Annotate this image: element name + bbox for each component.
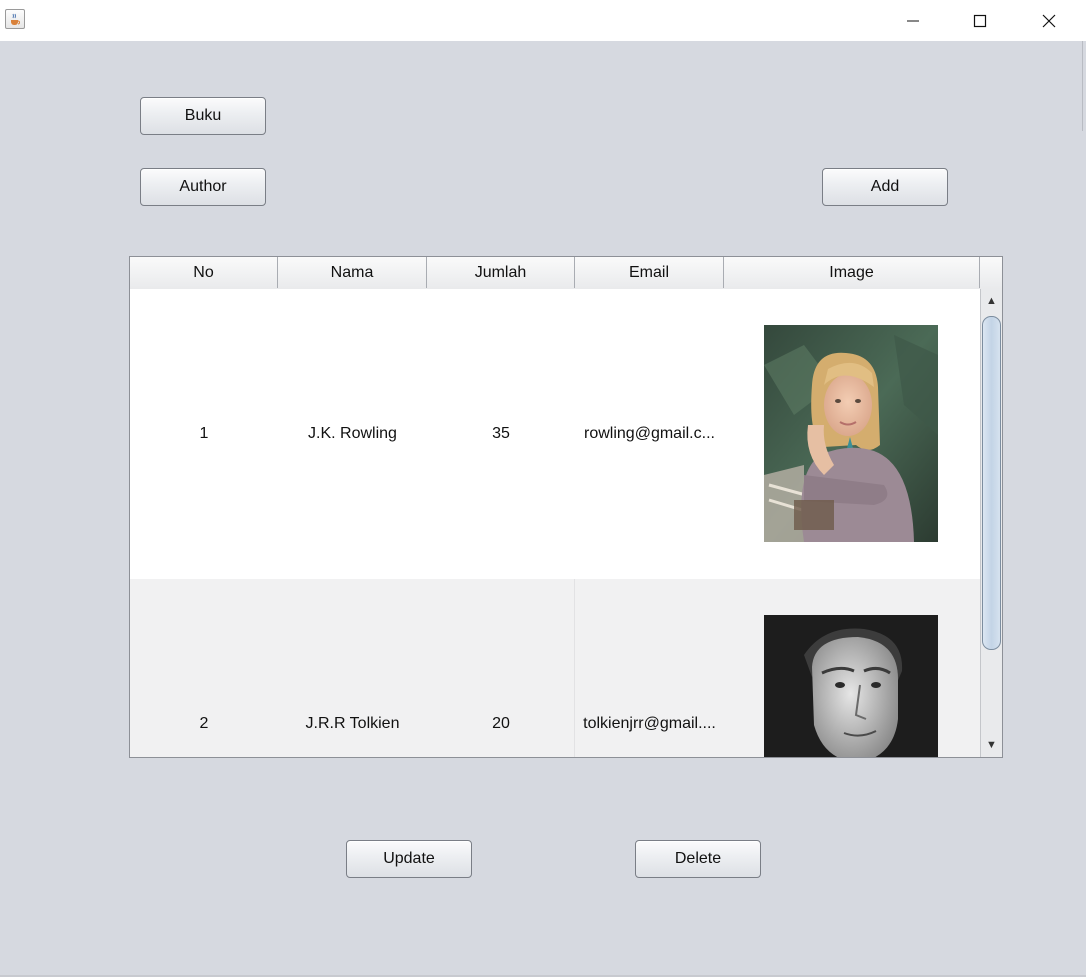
scroll-down-icon[interactable]: ▼ bbox=[981, 733, 1002, 757]
update-button[interactable]: Update bbox=[346, 840, 472, 878]
author-photo-tolkien[interactable] bbox=[764, 615, 938, 757]
column-header-no[interactable]: No bbox=[130, 257, 278, 288]
author-button[interactable]: Author bbox=[140, 168, 266, 206]
buku-button[interactable]: Buku bbox=[140, 97, 266, 135]
table-header: No Nama Jumlah Email Image bbox=[130, 257, 1002, 290]
java-cup-icon[interactable] bbox=[5, 9, 25, 29]
cell-no[interactable]: 2 bbox=[130, 579, 278, 757]
scroll-up-icon[interactable]: ▲ bbox=[981, 289, 1002, 313]
cell-email[interactable]: rowling@gmail.c... bbox=[575, 289, 724, 579]
maximize-icon bbox=[973, 14, 987, 27]
column-header-email[interactable]: Email bbox=[575, 257, 724, 288]
header-corner bbox=[980, 257, 1002, 288]
title-bar bbox=[0, 0, 1086, 41]
scrollbar-thumb[interactable] bbox=[982, 316, 1001, 650]
column-header-jumlah[interactable]: Jumlah bbox=[427, 257, 575, 288]
table-body: 1 J.K. Rowling 35 rowling@gmail.c... 2 J… bbox=[130, 289, 980, 757]
table-row[interactable]: 1 J.K. Rowling 35 rowling@gmail.c... bbox=[130, 289, 980, 579]
minimize-button[interactable] bbox=[881, 0, 945, 41]
minimize-icon bbox=[907, 20, 919, 21]
author-table: No Nama Jumlah Email Image 1 J.K. Rowlin… bbox=[129, 256, 1003, 758]
maximize-button[interactable] bbox=[948, 0, 1012, 41]
table-row[interactable]: 2 J.R.R Tolkien 20 tolkienjrr@gmail.... bbox=[130, 579, 980, 757]
cell-jumlah[interactable]: 35 bbox=[427, 289, 575, 579]
column-header-image[interactable]: Image bbox=[724, 257, 980, 288]
close-button[interactable] bbox=[1017, 0, 1081, 41]
cell-email[interactable]: tolkienjrr@gmail.... bbox=[575, 579, 724, 757]
column-header-nama[interactable]: Nama bbox=[278, 257, 427, 288]
cell-nama[interactable]: J.R.R Tolkien bbox=[278, 579, 427, 757]
delete-button[interactable]: Delete bbox=[635, 840, 761, 878]
author-photo-rowling[interactable] bbox=[764, 325, 938, 542]
cell-jumlah[interactable]: 20 bbox=[427, 579, 575, 757]
table-scrollbar[interactable]: ▲ ▼ bbox=[980, 289, 1002, 757]
add-button[interactable]: Add bbox=[822, 168, 948, 206]
cell-nama[interactable]: J.K. Rowling bbox=[278, 289, 427, 579]
cell-no[interactable]: 1 bbox=[130, 289, 278, 579]
close-icon bbox=[1042, 14, 1056, 27]
window-edge bbox=[1082, 41, 1083, 131]
